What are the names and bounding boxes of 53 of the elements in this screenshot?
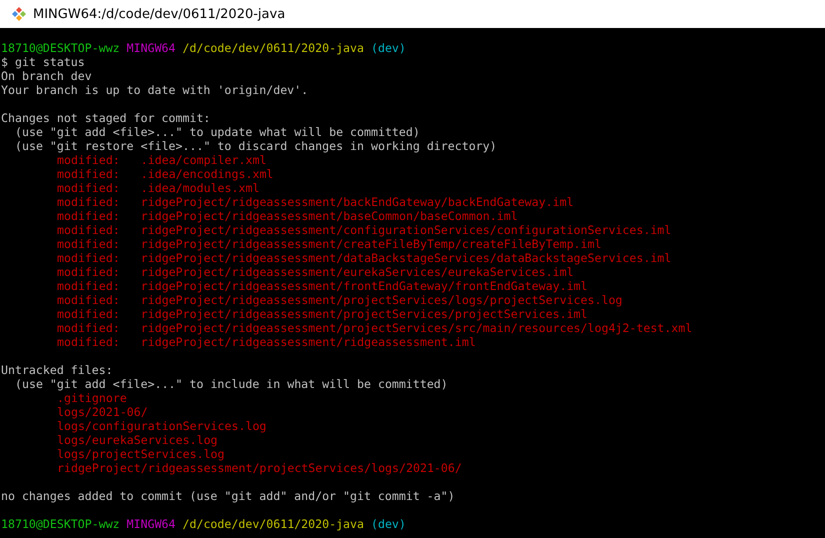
file-path: logs/eurekaServices.log [57, 433, 218, 447]
file-path: ridgeProject/ridgeassessment/eurekaServices/eurekaServices.iml [140, 265, 574, 279]
file-path: ridgeProject/ridgeassessment/backEndGateway/backEndGateway.iml [140, 195, 574, 209]
file-status: modified: [57, 321, 120, 335]
file-path: logs/2021-06/ [57, 405, 148, 419]
file-path: ridgeProject/ridgeassessment/projectServices/logs/2021-06/ [57, 461, 462, 475]
output-text: Changes not staged for commit: [1, 111, 210, 125]
command-text: $ git status [1, 55, 85, 69]
prompt-user: 18710@DESKTOP-wwz [1, 517, 120, 531]
file-status: modified: [57, 265, 120, 279]
prompt-user: 18710@DESKTOP-wwz [1, 41, 120, 55]
file-status: modified: [57, 195, 120, 209]
file-status: modified: [57, 167, 120, 181]
hint-text: (use "git add <file>..." to include in what will be committed) [15, 377, 448, 391]
file-path: .idea/compiler.xml [140, 153, 266, 167]
file-path: ridgeProject/ridgeassessment/baseCommon/baseCommon.iml [140, 209, 518, 223]
prompt-path: /d/code/dev/0611/2020-java [182, 517, 364, 531]
prompt-branch: (dev) [370, 517, 406, 531]
file-status: modified: [57, 237, 120, 251]
hint-text: (use "git add <file>..." to update what will be committed) [15, 125, 420, 139]
file-path: ridgeProject/ridgeassessment/projectServices/logs/projectServices.log [140, 293, 622, 307]
file-status: modified: [57, 293, 120, 307]
file-path: ridgeProject/ridgeassessment/projectServices/projectServices.iml [140, 307, 588, 321]
file-path: logs/projectServices.log [57, 447, 225, 461]
output-text: On branch dev [1, 69, 92, 83]
window-title: MINGW64:/d/code/dev/0611/2020-java [33, 6, 286, 22]
hint-text: (use "git restore <file>..." to discard changes in working directory) [15, 139, 497, 153]
prompt-branch: (dev) [370, 41, 406, 55]
file-path: ridgeProject/ridgeassessment/frontEndGateway/frontEndGateway.iml [140, 279, 588, 293]
file-status: modified: [57, 209, 120, 223]
output-text: Your branch is up to date with 'origin/dev'. [1, 83, 308, 97]
file-status: modified: [57, 181, 120, 195]
output-text: Untracked files: [1, 363, 113, 377]
file-path: .idea/modules.xml [140, 181, 260, 195]
prompt-system: MINGW64 [126, 517, 176, 531]
file-path: ridgeProject/ridgeassessment/ridgeassessment.iml [140, 335, 476, 349]
file-status: modified: [57, 279, 120, 293]
file-status: modified: [57, 307, 120, 321]
file-status: modified: [57, 335, 120, 349]
file-status: modified: [57, 223, 120, 237]
file-path: ridgeProject/ridgeassessment/configurationServices/configurationServices.iml [140, 223, 672, 237]
file-path: .gitignore [57, 391, 127, 405]
prompt-path: /d/code/dev/0611/2020-java [182, 41, 364, 55]
app-icon [11, 6, 27, 22]
file-path: ridgeProject/ridgeassessment/dataBackstageServices/dataBackstageServices.iml [140, 251, 672, 265]
file-path: .idea/encodings.xml [140, 167, 274, 181]
output-text: no changes added to commit (use "git add" and/or "git commit -a") [1, 489, 455, 503]
file-status: modified: [57, 251, 120, 265]
file-path: logs/configurationServices.log [57, 419, 266, 433]
prompt-system: MINGW64 [126, 41, 176, 55]
file-path: ridgeProject/ridgeassessment/projectServices/src/main/resources/log4j2-test.xml [140, 321, 692, 335]
file-status: modified: [57, 153, 120, 167]
file-path: ridgeProject/ridgeassessment/createFileByTemp/createFileByTemp.iml [140, 237, 602, 251]
